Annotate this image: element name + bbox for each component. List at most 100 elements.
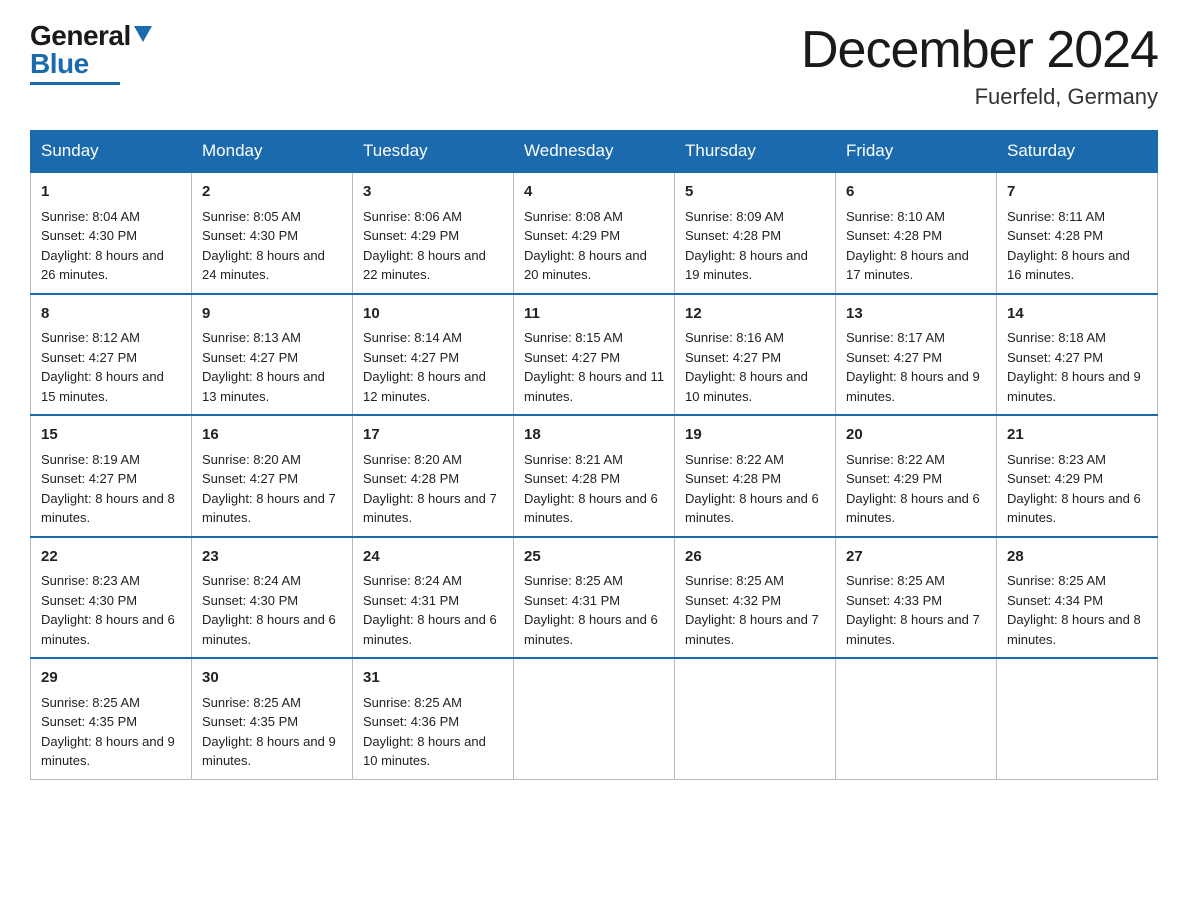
day-number: 9 (202, 303, 342, 326)
week-row-5: 29 Sunrise: 8:25 AMSunset: 4:35 PMDayligh… (31, 658, 1158, 779)
calendar-cell: 6 Sunrise: 8:10 AMSunset: 4:28 PMDaylight… (836, 172, 997, 294)
day-number: 3 (363, 181, 503, 204)
day-info: Sunrise: 8:04 AMSunset: 4:30 PMDaylight:… (41, 207, 181, 285)
day-number: 14 (1007, 303, 1147, 326)
day-number: 22 (41, 546, 181, 569)
day-number: 4 (524, 181, 664, 204)
day-info: Sunrise: 8:15 AMSunset: 4:27 PMDaylight:… (524, 328, 664, 406)
day-info: Sunrise: 8:25 AMSunset: 4:33 PMDaylight:… (846, 571, 986, 649)
calendar-cell: 23Sunrise: 8:24 AMSunset: 4:30 PMDayligh… (192, 537, 353, 659)
day-number: 11 (524, 303, 664, 326)
calendar-cell (997, 658, 1158, 779)
day-number: 1 (41, 181, 181, 204)
day-number: 8 (41, 303, 181, 326)
calendar-cell: 13Sunrise: 8:17 AMSunset: 4:27 PMDayligh… (836, 294, 997, 416)
day-number: 5 (685, 181, 825, 204)
day-number: 25 (524, 546, 664, 569)
day-number: 17 (363, 424, 503, 447)
calendar-cell: 26Sunrise: 8:25 AMSunset: 4:32 PMDayligh… (675, 537, 836, 659)
day-info: Sunrise: 8:22 AMSunset: 4:28 PMDaylight:… (685, 450, 825, 528)
day-info: Sunrise: 8:10 AMSunset: 4:28 PMDaylight:… (846, 207, 986, 285)
day-info: Sunrise: 8:11 AMSunset: 4:28 PMDaylight:… (1007, 207, 1147, 285)
day-info: Sunrise: 8:08 AMSunset: 4:29 PMDaylight:… (524, 207, 664, 285)
header-thursday: Thursday (675, 131, 836, 173)
day-number: 2 (202, 181, 342, 204)
day-info: Sunrise: 8:24 AMSunset: 4:30 PMDaylight:… (202, 571, 342, 649)
week-row-1: 1 Sunrise: 8:04 AMSunset: 4:30 PMDaylight… (31, 172, 1158, 294)
calendar-cell: 22Sunrise: 8:23 AMSunset: 4:30 PMDayligh… (31, 537, 192, 659)
calendar-cell: 17 Sunrise: 8:20 AMSunset: 4:28 PMDayligh… (353, 415, 514, 537)
calendar-cell: 9Sunrise: 8:13 AMSunset: 4:27 PMDaylight… (192, 294, 353, 416)
day-number: 6 (846, 181, 986, 204)
calendar-cell: 24Sunrise: 8:24 AMSunset: 4:31 PMDayligh… (353, 537, 514, 659)
day-number: 23 (202, 546, 342, 569)
day-info: Sunrise: 8:14 AMSunset: 4:27 PMDaylight:… (363, 328, 503, 406)
calendar-cell: 25Sunrise: 8:25 AMSunset: 4:31 PMDayligh… (514, 537, 675, 659)
calendar-cell: 14Sunrise: 8:18 AMSunset: 4:27 PMDayligh… (997, 294, 1158, 416)
day-info: Sunrise: 8:09 AMSunset: 4:28 PMDaylight:… (685, 207, 825, 285)
header-friday: Friday (836, 131, 997, 173)
location-text: Fuerfeld, Germany (801, 84, 1158, 110)
calendar-cell: 10Sunrise: 8:14 AMSunset: 4:27 PMDayligh… (353, 294, 514, 416)
calendar-cell: 12Sunrise: 8:16 AMSunset: 4:27 PMDayligh… (675, 294, 836, 416)
day-number: 7 (1007, 181, 1147, 204)
weekday-header-row: Sunday Monday Tuesday Wednesday Thursday… (31, 131, 1158, 173)
day-number: 13 (846, 303, 986, 326)
month-title: December 2024 (801, 20, 1158, 80)
day-number: 18 (524, 424, 664, 447)
page-header: General Blue December 2024 Fuerfeld, Ger… (30, 20, 1158, 110)
day-number: 16 (202, 424, 342, 447)
header-sunday: Sunday (31, 131, 192, 173)
day-number: 10 (363, 303, 503, 326)
week-row-2: 8Sunrise: 8:12 AMSunset: 4:27 PMDaylight… (31, 294, 1158, 416)
calendar-cell: 8Sunrise: 8:12 AMSunset: 4:27 PMDaylight… (31, 294, 192, 416)
calendar-cell: 11Sunrise: 8:15 AMSunset: 4:27 PMDayligh… (514, 294, 675, 416)
day-info: Sunrise: 8:25 AMSunset: 4:36 PMDaylight:… (363, 693, 503, 771)
day-number: 20 (846, 424, 986, 447)
day-number: 30 (202, 667, 342, 690)
calendar-cell: 15Sunrise: 8:19 AMSunset: 4:27 PMDayligh… (31, 415, 192, 537)
day-info: Sunrise: 8:06 AMSunset: 4:29 PMDaylight:… (363, 207, 503, 285)
calendar-cell (514, 658, 675, 779)
day-info: Sunrise: 8:22 AMSunset: 4:29 PMDaylight:… (846, 450, 986, 528)
day-info: Sunrise: 8:23 AMSunset: 4:29 PMDaylight:… (1007, 450, 1147, 528)
day-number: 12 (685, 303, 825, 326)
calendar-cell: 27Sunrise: 8:25 AMSunset: 4:33 PMDayligh… (836, 537, 997, 659)
day-info: Sunrise: 8:25 AMSunset: 4:35 PMDaylight:… (41, 693, 181, 771)
day-info: Sunrise: 8:25 AMSunset: 4:31 PMDaylight:… (524, 571, 664, 649)
day-info: Sunrise: 8:12 AMSunset: 4:27 PMDaylight:… (41, 328, 181, 406)
day-info: Sunrise: 8:25 AMSunset: 4:35 PMDaylight:… (202, 693, 342, 771)
header-wednesday: Wednesday (514, 131, 675, 173)
day-number: 31 (363, 667, 503, 690)
calendar-cell (675, 658, 836, 779)
day-info: Sunrise: 8:18 AMSunset: 4:27 PMDaylight:… (1007, 328, 1147, 406)
day-number: 29 (41, 667, 181, 690)
calendar-table: Sunday Monday Tuesday Wednesday Thursday… (30, 130, 1158, 780)
day-number: 24 (363, 546, 503, 569)
calendar-cell: 30 Sunrise: 8:25 AMSunset: 4:35 PMDayligh… (192, 658, 353, 779)
day-number: 28 (1007, 546, 1147, 569)
calendar-cell: 4 Sunrise: 8:08 AMSunset: 4:29 PMDaylight… (514, 172, 675, 294)
calendar-cell: 29 Sunrise: 8:25 AMSunset: 4:35 PMDayligh… (31, 658, 192, 779)
calendar-cell: 21Sunrise: 8:23 AMSunset: 4:29 PMDayligh… (997, 415, 1158, 537)
logo-underline (30, 82, 120, 85)
calendar-cell: 18 Sunrise: 8:21 AMSunset: 4:28 PMDayligh… (514, 415, 675, 537)
logo-blue-text: Blue (30, 48, 89, 80)
calendar-cell: 5 Sunrise: 8:09 AMSunset: 4:28 PMDaylight… (675, 172, 836, 294)
calendar-cell: 2Sunrise: 8:05 AMSunset: 4:30 PMDaylight… (192, 172, 353, 294)
calendar-cell: 28Sunrise: 8:25 AMSunset: 4:34 PMDayligh… (997, 537, 1158, 659)
header-saturday: Saturday (997, 131, 1158, 173)
day-info: Sunrise: 8:24 AMSunset: 4:31 PMDaylight:… (363, 571, 503, 649)
day-info: Sunrise: 8:17 AMSunset: 4:27 PMDaylight:… (846, 328, 986, 406)
calendar-cell: 31 Sunrise: 8:25 AMSunset: 4:36 PMDayligh… (353, 658, 514, 779)
calendar-cell: 7 Sunrise: 8:11 AMSunset: 4:28 PMDaylight… (997, 172, 1158, 294)
calendar-cell: 19Sunrise: 8:22 AMSunset: 4:28 PMDayligh… (675, 415, 836, 537)
day-info: Sunrise: 8:21 AMSunset: 4:28 PMDaylight:… (524, 450, 664, 528)
title-section: December 2024 Fuerfeld, Germany (801, 20, 1158, 110)
header-tuesday: Tuesday (353, 131, 514, 173)
day-info: Sunrise: 8:19 AMSunset: 4:27 PMDaylight:… (41, 450, 181, 528)
day-info: Sunrise: 8:13 AMSunset: 4:27 PMDaylight:… (202, 328, 342, 406)
day-info: Sunrise: 8:20 AMSunset: 4:28 PMDaylight:… (363, 450, 503, 528)
calendar-cell: 16Sunrise: 8:20 AMSunset: 4:27 PMDayligh… (192, 415, 353, 537)
calendar-cell: 20 Sunrise: 8:22 AMSunset: 4:29 PMDayligh… (836, 415, 997, 537)
